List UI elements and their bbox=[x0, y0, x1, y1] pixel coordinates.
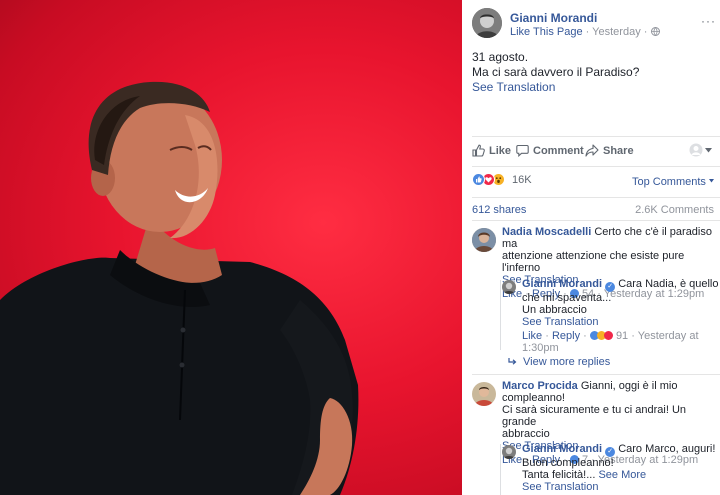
like-reaction-icon bbox=[472, 173, 485, 186]
comments-count[interactable]: 2.6K Comments bbox=[635, 204, 714, 216]
post-actions-bar: Like Comment Share bbox=[472, 142, 720, 162]
reactions-row: 16K Top Comments bbox=[472, 172, 720, 188]
comment-button[interactable]: Comment bbox=[516, 144, 584, 157]
like-label: Like bbox=[489, 144, 512, 157]
reply-body: Gianni Morandi ✓ Cara Nadia, è quello ch… bbox=[522, 278, 720, 354]
share-button[interactable]: Share bbox=[585, 144, 634, 157]
reply-timestamp-cont[interactable]: 1:30pm bbox=[522, 342, 720, 354]
caret-down-icon bbox=[705, 147, 712, 152]
like-page-link[interactable]: Like This Page bbox=[510, 26, 583, 38]
post-text-line: 31 agosto. bbox=[472, 50, 529, 64]
post-text-line: Ma ci sarà davvero il Paradiso? bbox=[472, 65, 640, 79]
more-options-icon[interactable]: ··· bbox=[701, 14, 716, 28]
reply-like-link[interactable]: Like bbox=[522, 330, 542, 342]
replier-name[interactable]: Gianni Morandi bbox=[522, 278, 602, 290]
share-arrow-icon bbox=[585, 144, 599, 157]
reply-text-c-line: Tanta felicità!... See More bbox=[522, 469, 720, 481]
shares-count[interactable]: 612 shares bbox=[472, 204, 526, 216]
see-more-link[interactable]: See More bbox=[598, 469, 646, 481]
comment-item: Marco Procida Gianni, oggi è il mio comp… bbox=[472, 380, 720, 466]
reply-meta: Like · Reply · 91 · Yesterday at bbox=[522, 330, 699, 342]
speech-bubble-icon bbox=[516, 144, 529, 157]
verified-badge-icon: ✓ bbox=[605, 447, 616, 457]
post-header: Gianni Morandi Like This Page · Yesterda… bbox=[472, 8, 715, 40]
reply-text-b: che mi spaventa... bbox=[522, 292, 612, 304]
reply-body: Gianni Morandi ✓ Caro Marco, auguri! Buo… bbox=[522, 443, 720, 493]
reply-text-c: Un abbraccio bbox=[522, 304, 587, 316]
reply-item: Gianni Morandi ✓ Cara Nadia, è quello ch… bbox=[502, 278, 720, 354]
post-side-panel: Gianni Morandi Like This Page · Yesterda… bbox=[462, 0, 720, 495]
reply-reply-link[interactable]: Reply bbox=[552, 330, 580, 342]
see-translation-link[interactable]: See Translation bbox=[522, 481, 720, 493]
verified-badge-icon: ✓ bbox=[605, 282, 616, 292]
see-translation-link[interactable]: See Translation bbox=[522, 316, 720, 328]
comment-text: Nadia Moscadelli Certo che c'è il paradi… bbox=[502, 226, 720, 250]
profile-silhouette-icon bbox=[689, 143, 703, 157]
caret-down-icon bbox=[709, 179, 714, 183]
commenter-avatar[interactable] bbox=[472, 382, 496, 406]
avatar-image-icon bbox=[472, 8, 502, 38]
reaction-icons[interactable] bbox=[472, 173, 505, 186]
reply-text-a: Cara Nadia, è quello bbox=[618, 278, 719, 290]
photo-man-illustration bbox=[0, 81, 359, 495]
divider bbox=[472, 374, 720, 375]
reply-thread-line bbox=[500, 444, 501, 495]
replier-name[interactable]: Gianni Morandi bbox=[522, 443, 602, 455]
reply-text-c: Tanta felicità!... bbox=[522, 469, 596, 481]
love-reaction-icon bbox=[603, 331, 613, 340]
comment-text-c: abbraccio bbox=[502, 428, 550, 440]
view-more-replies-label: View more replies bbox=[523, 356, 611, 368]
divider bbox=[472, 166, 720, 167]
replier-avatar[interactable] bbox=[502, 445, 516, 459]
comment-label: Comment bbox=[533, 144, 584, 157]
reply-text: Gianni Morandi ✓ Cara Nadia, è quello bbox=[522, 278, 720, 292]
comment-text-b: Ci sarà sicuramente e tu ci andrai! Un g… bbox=[502, 404, 687, 428]
globe-icon[interactable] bbox=[650, 27, 660, 36]
comment-item: Nadia Moscadelli Certo che c'è il paradi… bbox=[472, 226, 720, 300]
like-button[interactable]: Like bbox=[472, 144, 511, 157]
post-text: 31 agosto. Ma ci sarà davvero il Paradis… bbox=[472, 50, 712, 95]
page-avatar[interactable] bbox=[472, 8, 502, 38]
reply-timestamp[interactable]: Yesterday at bbox=[638, 330, 699, 342]
reply-text: Gianni Morandi ✓ Caro Marco, auguri! bbox=[522, 443, 720, 457]
commenter-name[interactable]: Nadia Moscadelli bbox=[502, 226, 591, 238]
commenter-avatar[interactable] bbox=[472, 228, 496, 252]
comment-sort-selector[interactable]: Top Comments bbox=[632, 176, 714, 188]
reply-item: Gianni Morandi ✓ Caro Marco, auguri! Buo… bbox=[502, 443, 720, 495]
post-subline: Like This Page · Yesterday · bbox=[510, 26, 660, 38]
shares-row: 612 shares 2.6K Comments bbox=[472, 204, 720, 216]
reactions-count[interactable]: 16K bbox=[512, 174, 532, 186]
divider bbox=[472, 136, 720, 137]
reply-text-b: Buon compleanno! bbox=[522, 457, 614, 469]
see-translation-link[interactable]: See Translation bbox=[472, 80, 712, 95]
top-comments-label: Top Comments bbox=[631, 176, 706, 188]
comment-text-b: attenzione attenzione che esiste pure l'… bbox=[502, 250, 685, 274]
commenting-as-selector[interactable] bbox=[689, 143, 712, 157]
replier-avatar[interactable] bbox=[502, 280, 516, 294]
reply-thread-line bbox=[500, 280, 501, 350]
thumbs-up-icon bbox=[472, 144, 485, 157]
reply-reaction-count[interactable]: 91 bbox=[616, 330, 628, 342]
view-more-replies-link[interactable]: View more replies bbox=[508, 356, 610, 368]
post-timestamp[interactable]: Yesterday bbox=[592, 26, 641, 38]
comment-text: Marco Procida Gianni, oggi è il mio comp… bbox=[502, 380, 720, 404]
divider bbox=[472, 220, 720, 221]
commenter-name[interactable]: Marco Procida bbox=[502, 380, 578, 392]
reply-text-a: Caro Marco, auguri! bbox=[618, 443, 716, 455]
share-label: Share bbox=[603, 144, 634, 157]
reply-arrow-icon bbox=[508, 358, 517, 365]
post-author-name[interactable]: Gianni Morandi bbox=[510, 11, 597, 25]
separator-dot: · bbox=[643, 26, 648, 38]
divider bbox=[472, 197, 720, 198]
post-photo[interactable] bbox=[0, 0, 462, 495]
separator-dot: · bbox=[585, 26, 590, 38]
